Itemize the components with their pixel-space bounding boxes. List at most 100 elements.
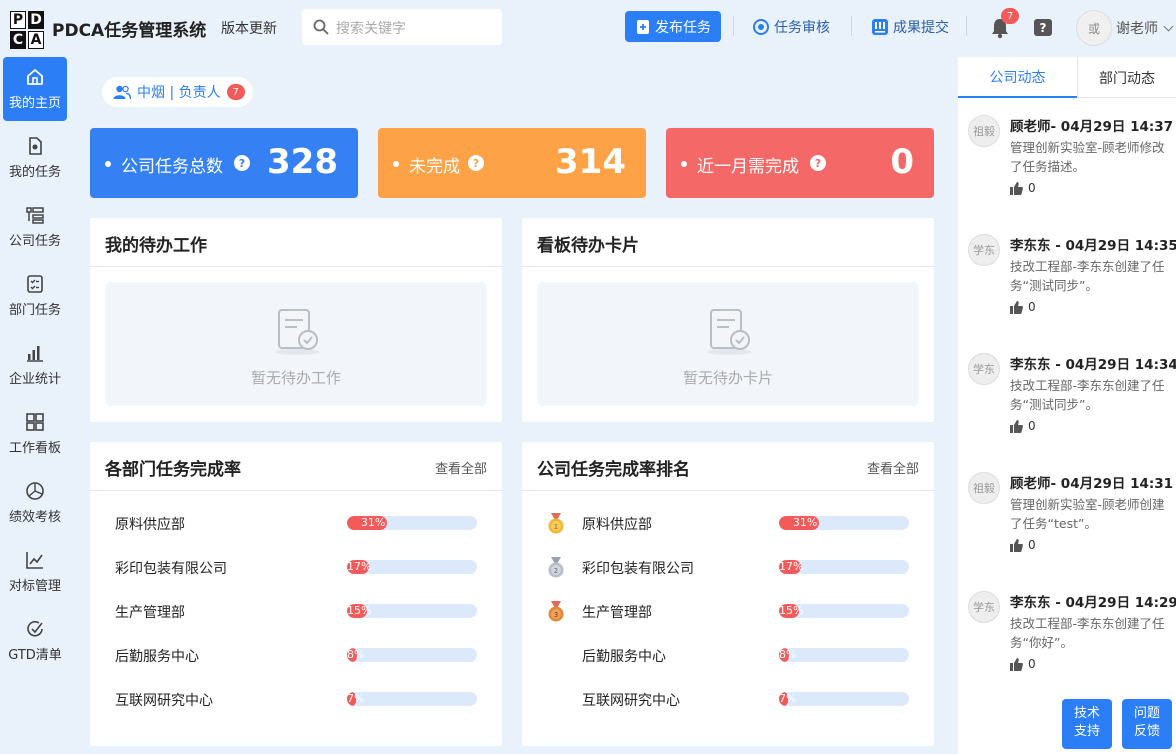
like-count: 0: [1028, 419, 1036, 433]
my-task-icon: [29, 137, 42, 155]
company-rank-panel: 公司任务完成率排名 查看全部 1 原料供应部 31% 2 彩印包装有限公司 17…: [522, 442, 934, 746]
sidebar-item-performance[interactable]: 绩效考核: [3, 471, 67, 535]
view-all-link[interactable]: 查看全部: [867, 458, 919, 477]
logo-letter-c: C: [10, 31, 26, 49]
empty-state: 暂无待办工作: [105, 282, 487, 406]
gold-medal-icon: 1: [548, 513, 564, 534]
logo-letter-a: A: [28, 31, 44, 49]
empty-state: 暂无待办卡片: [537, 282, 919, 406]
stat-value: 314: [555, 142, 626, 182]
thumbs-up-icon: [1010, 300, 1023, 314]
avatar: 祖毅: [968, 115, 1000, 147]
search-box[interactable]: 搜索关键字: [302, 9, 502, 45]
bullet: [681, 161, 687, 167]
stat-card-due-month[interactable]: 近一月需完成 ? 0: [666, 128, 934, 198]
question-icon[interactable]: ?: [810, 155, 826, 171]
progress-percent: 15%: [347, 604, 372, 617]
sidebar-item-label: 部门任务: [8, 303, 61, 318]
activity-feed-panel: 公司动态 部门动态 祖毅 顾老师- 04月29日 14:37 管理创新实验室-顾…: [958, 57, 1176, 754]
feed-item-header: 李东东 - 04月29日 14:34: [1010, 357, 1176, 373]
board-icon: [26, 413, 44, 431]
empty-text: 暂无待办卡片: [682, 369, 773, 387]
stat-label: 未完成: [409, 157, 460, 177]
search-input[interactable]: 搜索关键字: [336, 18, 406, 38]
rate-row[interactable]: 彩印包装有限公司 17%: [90, 557, 502, 577]
company-name: 互联网研究中心: [582, 693, 680, 709]
progress-percent: 31%: [360, 516, 386, 529]
feed-item[interactable]: 学东 李东东 - 04月29日 14:34 技改工程部-李东东创建了任务“测试同…: [958, 353, 1176, 463]
stat-label: 近一月需完成: [697, 157, 799, 177]
tab-company-activity[interactable]: 公司动态: [958, 57, 1077, 98]
feed-item[interactable]: 祖毅 顾老师- 04月29日 14:31 管理创新实验室-顾老师创建了任务“te…: [958, 472, 1176, 582]
question-icon[interactable]: ?: [234, 155, 250, 171]
stat-label: 公司任务总数: [121, 157, 223, 177]
like-button[interactable]: 0: [1010, 181, 1036, 195]
department-name: 互联网研究中心: [115, 693, 213, 709]
result-submit-link[interactable]: 成果提交: [871, 17, 949, 37]
feedback-button[interactable]: 问题 反馈: [1122, 699, 1172, 749]
feed-item-header: 顾老师- 04月29日 14:31: [1010, 476, 1174, 492]
progress-bar: 15%: [779, 604, 909, 618]
rank-row[interactable]: 2 彩印包装有限公司 17%: [522, 557, 934, 578]
user-menu[interactable]: 谢老师: [1116, 18, 1174, 38]
feed-item-header: 顾老师- 04月29日 14:37: [1010, 119, 1174, 135]
feed-item-header: 李东东 - 04月29日 14:35: [1010, 238, 1176, 254]
avatar: 学东: [968, 234, 1000, 266]
empty-document-icon: [275, 309, 319, 355]
pdca-logo[interactable]: P D C A: [10, 11, 44, 49]
sidebar-item-gtd[interactable]: GTD清单: [3, 609, 67, 673]
divider: [522, 266, 934, 267]
feed-item[interactable]: 学东 李东东 - 04月29日 14:35 技改工程部-李东东创建了任务“测试同…: [958, 234, 1176, 344]
app-title: PDCA任务管理系统: [52, 21, 207, 41]
tab-department-activity[interactable]: 部门动态: [1077, 57, 1176, 98]
question-icon[interactable]: ?: [468, 155, 484, 171]
like-button[interactable]: 0: [1010, 657, 1036, 671]
sidebar-item-my-task[interactable]: 我的任务: [3, 126, 67, 190]
rate-row[interactable]: 后勤服务中心 8%: [90, 645, 502, 665]
user-avatar[interactable]: 或: [1076, 10, 1112, 46]
sidebar-item-work-board[interactable]: 工作看板: [3, 402, 67, 466]
progress-percent: 17%: [347, 560, 372, 573]
like-button[interactable]: 0: [1010, 300, 1036, 314]
avatar: 学东: [968, 591, 1000, 623]
publish-task-button[interactable]: 发布任务: [625, 11, 721, 42]
chevron-down-icon: [1164, 21, 1174, 32]
logo-letter-d: D: [28, 11, 44, 29]
help-icon[interactable]: ?: [1034, 19, 1052, 36]
stat-card-unfinished[interactable]: 未完成 ? 314: [378, 128, 646, 198]
rank-row[interactable]: 后勤服务中心 8%: [522, 645, 934, 665]
sidebar-item-home[interactable]: 我的主页: [3, 57, 67, 121]
tech-support-button[interactable]: 技术 支持: [1062, 699, 1112, 749]
rate-row[interactable]: 原料供应部 31%: [90, 513, 502, 533]
divider: [966, 16, 967, 36]
rank-row[interactable]: 3 生产管理部 15%: [522, 601, 934, 622]
sidebar-item-company-task[interactable]: 公司任务: [3, 195, 67, 259]
stat-value: 328: [267, 142, 338, 182]
like-count: 0: [1028, 657, 1036, 671]
search-icon: [313, 19, 329, 35]
sidebar-item-enterprise-stats[interactable]: 企业统计: [3, 333, 67, 397]
progress-bar: 31%: [779, 516, 909, 530]
view-all-link[interactable]: 查看全部: [435, 458, 487, 477]
sidebar-item-department-task[interactable]: 部门任务: [3, 264, 67, 328]
role-selector[interactable]: 中烟 | 负责人 7: [102, 77, 253, 107]
rate-row[interactable]: 生产管理部 15%: [90, 601, 502, 621]
bronze-medal-icon: 3: [548, 601, 564, 622]
rank-row[interactable]: 1 原料供应部 31%: [522, 513, 934, 534]
like-count: 0: [1028, 300, 1036, 314]
rank-row[interactable]: 互联网研究中心 7%: [522, 689, 934, 709]
sidebar-item-benchmark[interactable]: 对标管理: [3, 540, 67, 604]
rate-row[interactable]: 互联网研究中心 7%: [90, 689, 502, 709]
feed-item[interactable]: 祖毅 顾老师- 04月29日 14:37 管理创新实验室-顾老师修改了任务描述。…: [958, 115, 1176, 225]
like-button[interactable]: 0: [1010, 538, 1036, 552]
progress-percent: 17%: [779, 560, 804, 573]
stat-card-total[interactable]: 公司任务总数 ? 328: [90, 128, 358, 198]
progress-bar: 17%: [347, 560, 477, 574]
task-review-link[interactable]: 任务审核: [752, 17, 830, 37]
divider: [733, 16, 734, 36]
version-update-link[interactable]: 版本更新: [221, 18, 277, 38]
sidebar-item-label: 绩效考核: [8, 510, 61, 525]
svg-text:2: 2: [554, 567, 558, 575]
feed-item[interactable]: 学东 李东东 - 04月29日 14:29 技改工程部-李东东创建了任务“你好”…: [958, 591, 1176, 701]
like-button[interactable]: 0: [1010, 419, 1036, 433]
